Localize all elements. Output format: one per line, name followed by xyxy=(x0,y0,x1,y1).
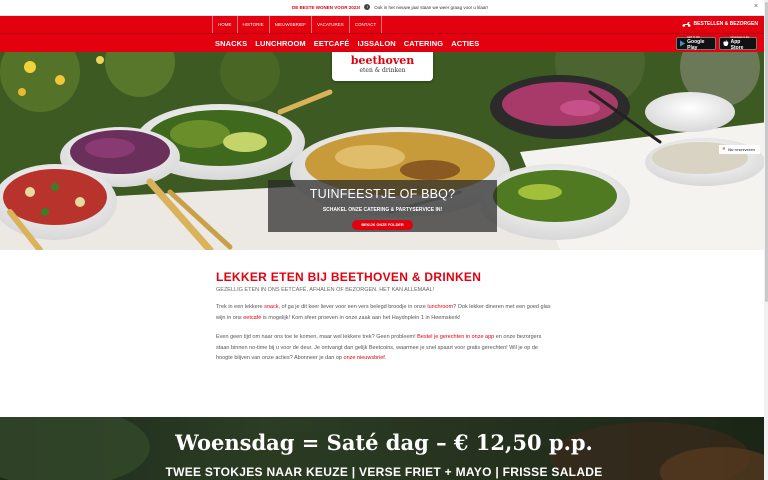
google-play-icon xyxy=(680,40,686,47)
utility-link-home[interactable]: Home xyxy=(212,16,238,33)
main-nav-items: Snacks Lunchroom Eetcafé IJssalon Cateri… xyxy=(215,34,479,53)
hero-banner: « Nu reserveren Tuinfeestje of BBQ? Scha… xyxy=(0,52,768,250)
nav-item-lunchroom[interactable]: Lunchroom xyxy=(255,39,305,48)
nav-item-catering[interactable]: Catering xyxy=(404,39,443,48)
double-chevron-left-icon: « xyxy=(722,146,726,152)
link-app-order[interactable]: Bestel je gerechten in onze app xyxy=(417,334,494,340)
nav-item-ijssalon[interactable]: IJssalon xyxy=(357,39,395,48)
scrollbar[interactable] xyxy=(764,0,768,480)
link-eetcafe[interactable]: eetcafé xyxy=(243,315,261,321)
link-newsletter[interactable]: onze nieuwsbrief xyxy=(344,355,385,361)
intro-section: Lekker eten bij Beethoven & Drinken Geze… xyxy=(216,270,552,364)
link-snack[interactable]: snack xyxy=(264,304,278,310)
intro-paragraph-2: Even geen tijd om naar ons toe te komen,… xyxy=(216,332,552,364)
app-store-badge[interactable]: Download on the App Store xyxy=(719,36,757,51)
reserve-button[interactable]: « Nu reserveren xyxy=(719,145,760,154)
info-icon: i xyxy=(364,4,371,10)
utility-bar: Home Historie Nieuwsbrief Vacatures Cont… xyxy=(0,16,768,33)
page-title: Lekker eten bij Beethoven & Drinken xyxy=(216,270,482,284)
notice-headline: DE BESTE WONEN VOOR 2023! xyxy=(292,4,361,10)
hero-subtitle: Schakel onze catering & partyservice in! xyxy=(322,207,443,213)
notice-message: DE BESTE WONEN VOOR 2023! i Ook in het n… xyxy=(292,4,488,10)
utility-link-vacatures[interactable]: Vacatures xyxy=(312,16,350,33)
nav-item-snacks[interactable]: Snacks xyxy=(215,39,247,48)
order-label: Bestellen & bezorgen xyxy=(693,21,758,27)
reserve-label: Nu reserveren xyxy=(728,147,755,152)
main-navigation: Snacks Lunchroom Eetcafé IJssalon Cateri… xyxy=(0,33,768,52)
order-link[interactable]: Bestellen & bezorgen xyxy=(682,21,758,27)
scooter-icon xyxy=(682,22,691,27)
logo-name: beethoven xyxy=(350,54,415,67)
google-play-badge[interactable]: GET IT ON Google Play xyxy=(676,36,716,51)
link-lunchroom[interactable]: lunchroom xyxy=(427,304,453,310)
notice-bar: DE BESTE WONEN VOOR 2023! i Ook in het n… xyxy=(0,0,768,16)
promo-title: Woensdag = Saté dag – € 12,50 p.p. xyxy=(175,430,593,455)
page-subtitle: Gezellig eten in ons eetcafé, afhalen of… xyxy=(216,287,435,293)
nav-item-acties[interactable]: Acties xyxy=(451,39,479,48)
p2-text-a: Even geen tijd om naar ons toe te komen,… xyxy=(216,334,418,340)
utility-links: Home Historie Nieuwsbrief Vacatures Cont… xyxy=(212,16,383,33)
nav-item-eetcafe[interactable]: Eetcafé xyxy=(314,39,350,48)
p1-text-d: is mogelijk! Kom sfeer proeven in onze z… xyxy=(261,314,461,321)
intro-paragraph-1: Trek in een lekkere snack, of ga je dit … xyxy=(216,302,552,323)
app-store-big: App Store xyxy=(730,39,744,51)
scrollbar-thumb[interactable] xyxy=(764,2,768,302)
hero-card: Tuinfeestje of BBQ? Schakel onze caterin… xyxy=(268,180,497,232)
google-play-big: Google Play xyxy=(687,39,705,51)
utility-link-contact[interactable]: Contact xyxy=(350,16,383,33)
promo-banner: Woensdag = Saté dag – € 12,50 p.p. Twee … xyxy=(0,417,768,480)
utility-link-nieuwsbrief[interactable]: Nieuwsbrief xyxy=(270,16,312,33)
promo-subtitle: Twee stokjes naar keuze | verse friet + … xyxy=(165,465,603,479)
notice-text: Ook in het nieuwe jaar staan we weer gra… xyxy=(374,4,489,10)
p2-text-c: . xyxy=(384,355,387,361)
p1-text-a: Trek in een lekkere xyxy=(216,304,265,310)
logo-tagline: eten & drinken xyxy=(359,67,406,74)
utility-link-historie[interactable]: Historie xyxy=(238,16,270,33)
close-icon[interactable]: × xyxy=(754,3,758,10)
apple-icon xyxy=(723,40,729,47)
folder-button[interactable]: Bekijk onze folder xyxy=(352,220,413,230)
logo[interactable]: beethoven eten & drinken xyxy=(332,52,433,81)
hero-title: Tuinfeestje of BBQ? xyxy=(309,187,456,201)
p1-text-b: , of ga je dit keer liever voor een vers… xyxy=(278,304,428,310)
